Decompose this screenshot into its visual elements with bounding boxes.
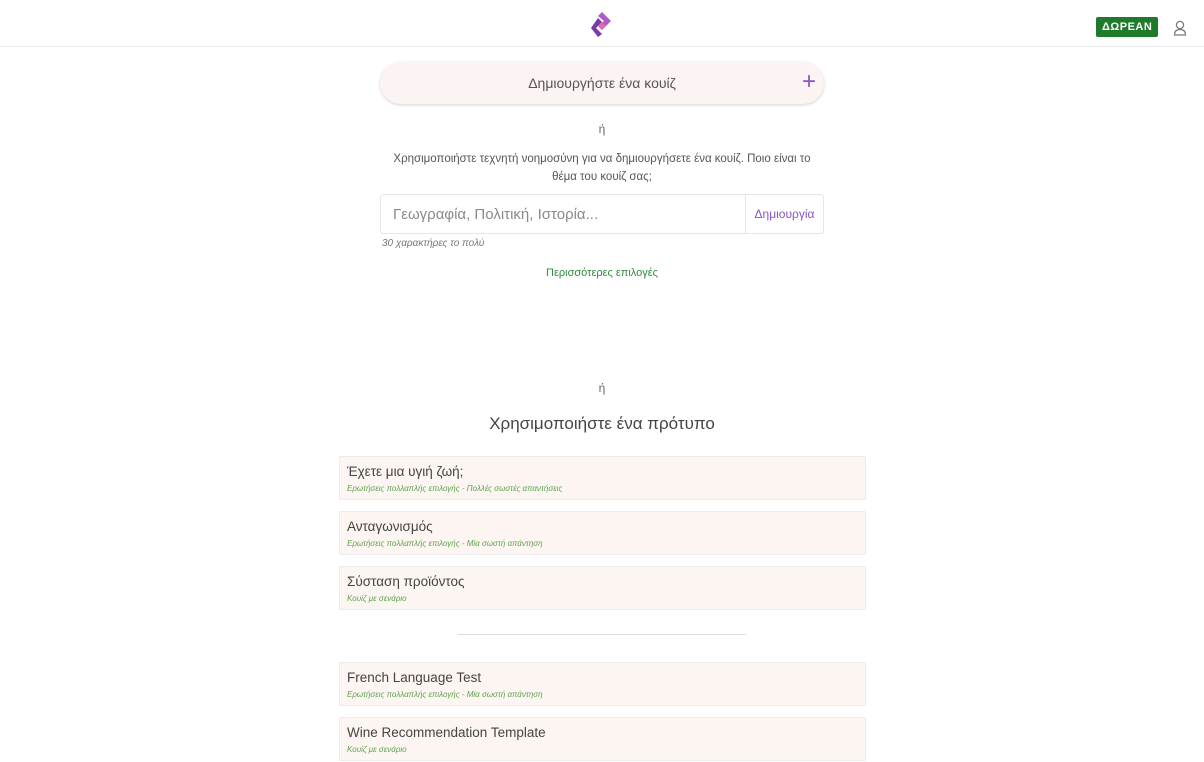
more-options-link[interactable]: Περισσότερες επιλογές [0,267,1204,279]
character-limit-hint: 30 χαρακτήρες το πολύ [382,238,485,249]
template-type: Ερωτήσεις πολλαπλής επιλογής - Μία σωστή… [347,539,543,548]
free-plan-badge[interactable]: ΔΩΡΕΑΝ [1096,17,1159,37]
topic-input[interactable] [381,195,753,233]
or-separator-text-2: ή [598,381,606,395]
template-name: Ανταγωνισμός [347,519,433,534]
template-card[interactable]: Έχετε μια υγιή ζωή; Ερωτήσεις πολλαπλής … [339,456,866,500]
template-type: Κουίζ με σενάριο [347,594,407,603]
brand-logo-icon[interactable] [589,10,615,38]
template-name: French Language Test [347,670,482,685]
template-card[interactable]: Σύσταση προϊόντος Κουίζ με σενάριο [339,566,866,610]
template-card[interactable]: French Language Test Ερωτήσεις πολλαπλής… [339,662,866,706]
template-type: Κουίζ με σενάριο [347,745,407,754]
or-separator-text: ή [598,122,606,136]
template-name: Σύσταση προϊόντος [347,574,465,589]
generate-button[interactable]: Δημιουργία [746,195,823,233]
template-card[interactable]: Ανταγωνισμός Ερωτήσεις πολλαπλής επιλογή… [339,511,866,555]
create-quiz-button[interactable]: Δημιουργήστε ένα κουίζ + [380,62,824,104]
user-icon[interactable] [1173,20,1187,36]
plus-icon: + [801,68,816,95]
create-quiz-label: Δημιουργήστε ένα κουίζ [528,75,676,91]
template-type: Ερωτήσεις πολλαπλής επιλογής - Μία σωστή… [347,690,543,699]
ai-description: Χρησιμοποιήστε τεχνητή νοημοσύνη για να … [393,153,811,183]
templates-divider [458,634,746,635]
templates-heading: Χρησιμοποιήστε ένα πρότυπο [489,414,715,433]
top-bar: ΔΩΡΕΑΝ [0,0,1204,47]
template-card[interactable]: Wine Recommendation Template Κουίζ με σε… [339,717,866,761]
ai-topic-form: Δημιουργία [380,194,824,234]
template-type: Ερωτήσεις πολλαπλής επιλογής - Πολλές σω… [347,484,563,493]
template-name: Wine Recommendation Template [347,725,546,740]
template-name: Έχετε μια υγιή ζωή; [347,464,464,479]
